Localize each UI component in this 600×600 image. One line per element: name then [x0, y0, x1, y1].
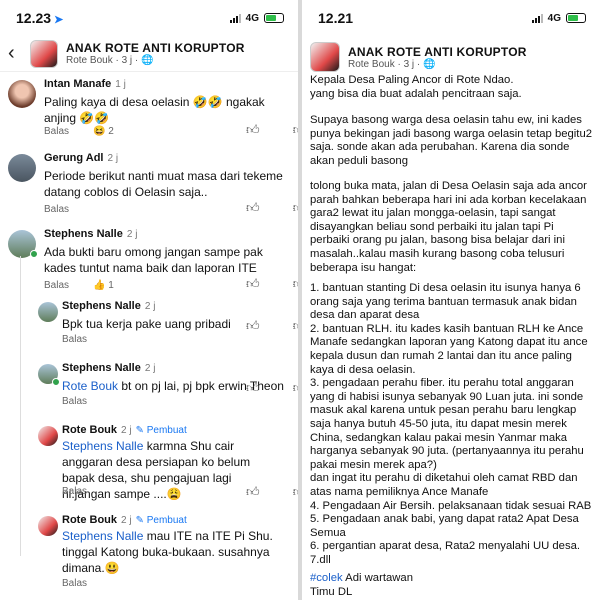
avatar[interactable]: [8, 80, 36, 108]
dislike-icon[interactable]: 👎︎: [293, 380, 298, 396]
comment: Intan Manafe 1 j Paling kaya di desa oela…: [0, 72, 298, 142]
signal-icon: [531, 13, 543, 23]
comment: Gerung Adl 2 j Periode berikut nanti muat…: [0, 146, 298, 215]
dislike-icon[interactable]: 👎︎: [293, 276, 298, 292]
creator-badge: ✎ Pembuat: [135, 425, 187, 436]
comment-time: 2 j: [144, 301, 156, 312]
post-paragraph: tolong buka mata, jalan di Desa Oelasin …: [310, 180, 591, 274]
network-label: 4G: [547, 12, 561, 24]
group-name[interactable]: ANAK ROTE ANTI KORUPTOR: [66, 41, 245, 55]
back-arrow-icon[interactable]: ‹: [8, 42, 22, 65]
post-header: ‹ ANAK ROTE ANTI KORUPTOR Rote Bouk · 3 …: [0, 36, 298, 72]
reaction-emoji: 😆: [93, 126, 106, 137]
reply-button[interactable]: Balas: [44, 280, 69, 291]
mention-link[interactable]: Stephens Nalle: [62, 529, 143, 543]
like-icon[interactable]: 👍︎: [246, 380, 260, 396]
status-bar: 12.23 ➤ 4G: [0, 0, 298, 36]
reply-button[interactable]: Balas: [44, 204, 69, 215]
comment-author[interactable]: Stephens Nalle: [44, 228, 123, 240]
globe-icon: 🌐: [141, 55, 154, 66]
network-label: 4G: [245, 12, 259, 24]
group-name[interactable]: ANAK ROTE ANTI KORUPTOR: [348, 45, 527, 59]
battery-icon: [264, 13, 284, 23]
comment-time: 2 j: [126, 229, 138, 240]
comment-author[interactable]: Stephens Nalle: [62, 300, 141, 312]
reply-button[interactable]: Balas: [62, 486, 87, 497]
status-bar: 12.21 4G: [302, 0, 600, 36]
group-avatar[interactable]: [310, 42, 340, 72]
reply-button[interactable]: Balas: [44, 126, 69, 137]
dislike-icon[interactable]: 👎︎: [293, 122, 298, 138]
dislike-icon[interactable]: 👎︎: [293, 484, 298, 500]
post-paragraph: Supaya basong warga desa oelasin tahu ew…: [310, 114, 596, 167]
reply-button[interactable]: Balas: [62, 578, 87, 589]
comment-author[interactable]: Gerung Adl: [44, 152, 103, 164]
avatar[interactable]: [38, 426, 58, 446]
right-screen: 12.21 4G ANAK ROTE ANTI KORUPTOR Rote Bo…: [302, 0, 600, 600]
reply-comment: Rote Bouk 2 j ✎ Pembuat Stephens Nalle mau…: [0, 510, 298, 600]
reaction-emoji: 👍: [93, 280, 106, 291]
left-screen: 12.23 ➤ 4G ‹ ANAK ROTE ANTI KORUPTOR Rote…: [0, 0, 298, 600]
mention-link[interactable]: Rote Bouk: [62, 379, 118, 393]
post-line-1: Kepala Desa Paling Ancor di Rote Ndao.: [310, 74, 514, 86]
reaction-count: 2: [108, 126, 114, 137]
post-line-2: yang bisa dia buat adalah pencitraan saj…: [310, 88, 522, 100]
reply-button[interactable]: Balas: [62, 396, 87, 407]
like-icon[interactable]: 👍︎: [246, 122, 260, 138]
avatar[interactable]: [38, 516, 58, 536]
post-text: Adi wartawan: [342, 572, 413, 584]
avatar[interactable]: [38, 302, 58, 322]
comment-author[interactable]: Intan Manafe: [44, 78, 111, 90]
post-meta: Rote Bouk · 3 j ·: [348, 58, 424, 70]
comment-time: 2 j: [144, 363, 156, 374]
online-indicator: [30, 250, 38, 258]
globe-icon: 🌐: [423, 58, 436, 70]
post-issue-list: 1. bantuan stanting Di desa oelasin itu …: [310, 282, 592, 566]
avatar[interactable]: [8, 154, 36, 182]
comment-time: 2 j: [107, 153, 119, 164]
reaction-count: 1: [108, 280, 114, 291]
hashtag-link[interactable]: #colek: [310, 572, 343, 584]
mention-link[interactable]: Stephens Nalle: [62, 439, 143, 453]
like-icon[interactable]: 👍︎: [246, 200, 260, 216]
comment-author[interactable]: Stephens Nalle: [62, 362, 141, 374]
reply-comment: Rote Bouk 2 j ✎ Pembuat Stephens Nalle kar…: [0, 420, 298, 506]
post-meta: Rote Bouk · 3 j ·: [66, 55, 142, 66]
group-avatar[interactable]: [30, 39, 58, 68]
dislike-icon[interactable]: 👎︎: [293, 318, 298, 334]
online-indicator: [52, 378, 60, 386]
clock: 12.21: [318, 10, 354, 26]
comment-time: 2 j: [121, 425, 132, 436]
like-icon[interactable]: 👍︎: [246, 318, 260, 334]
comment-author[interactable]: Rote Bouk: [62, 514, 117, 526]
comment-text: Ada bukti baru omong jangan sampe pak ka…: [44, 245, 263, 275]
creator-badge: ✎ Pembuat: [135, 515, 187, 526]
comment-author[interactable]: Rote Bouk: [62, 424, 117, 436]
comment: Stephens Nalle 2 j Ada bukti baru omong j…: [0, 222, 298, 294]
comment-time: 2 j: [121, 515, 132, 526]
reply-comment: Stephens Nalle 2 j Rote Bouk bt on pj lai…: [0, 358, 298, 414]
dislike-icon[interactable]: 👎︎: [293, 200, 298, 216]
post-header: ANAK ROTE ANTI KORUPTOR Rote Bouk · 3 j …: [302, 36, 600, 78]
signal-icon: [229, 13, 241, 23]
reply-comment: Stephens Nalle 2 j Bpk tua kerja pake uan…: [0, 296, 298, 352]
clock: 12.23: [16, 10, 52, 26]
comment-time: 1 j: [115, 79, 126, 90]
like-icon[interactable]: 👍︎: [246, 484, 260, 500]
location-arrow-icon: ➤: [54, 14, 64, 26]
post-signature: Timu DL: [310, 586, 353, 598]
battery-icon: [566, 13, 586, 23]
like-icon[interactable]: 👍︎: [246, 276, 260, 292]
reply-button[interactable]: Balas: [62, 334, 87, 345]
comment-text: Periode berikut nanti muat masa dari tek…: [44, 169, 283, 199]
